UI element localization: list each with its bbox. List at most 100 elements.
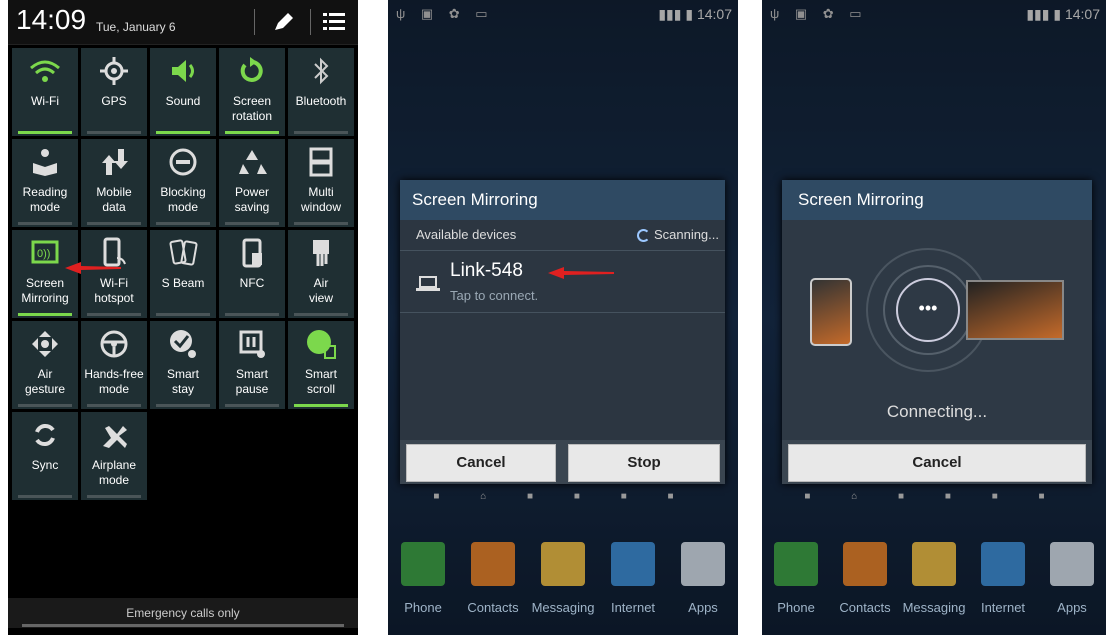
tile-status-bar xyxy=(18,222,72,225)
dock-item-messaging[interactable]: Messaging xyxy=(899,540,969,615)
tile-nfc[interactable]: NFC xyxy=(219,230,285,318)
dock-label: Messaging xyxy=(531,600,595,615)
connecting-label: Connecting... xyxy=(886,402,988,421)
tile-smart-stay[interactable]: Smart stay xyxy=(150,321,216,409)
tile-label: Power saving xyxy=(234,185,270,214)
dock-item-contacts[interactable]: Contacts xyxy=(458,540,528,615)
tile-label: Air view xyxy=(308,276,333,305)
dock-item-internet[interactable]: Internet xyxy=(968,540,1038,615)
sync-icon xyxy=(12,418,78,452)
tile-label: Sound xyxy=(165,94,201,108)
page-indicator: ■ ⌂ ■ ■ ■ ■ xyxy=(804,491,1064,502)
reading-icon xyxy=(12,145,78,179)
steering-wheel-icon xyxy=(81,327,147,361)
cancel-button[interactable]: Cancel xyxy=(788,444,1086,482)
globe-icon xyxy=(981,542,1025,586)
tile-mobile-data[interactable]: Mobile data xyxy=(81,139,147,227)
dock-item-internet[interactable]: Internet xyxy=(598,540,668,615)
tile-label: Hands-free mode xyxy=(84,367,144,396)
annotation-arrow xyxy=(65,262,121,274)
tile-label: Smart stay xyxy=(166,367,199,396)
tile-label: Wi-Fi hotspot xyxy=(94,276,134,305)
tile-smart-scroll[interactable]: Smart scroll xyxy=(288,321,354,409)
sound-icon xyxy=(150,54,216,88)
tile-airplane[interactable]: Airplane mode xyxy=(81,412,147,500)
tile-label: Air gesture xyxy=(24,367,66,396)
tile-recycle[interactable]: Power saving xyxy=(219,139,285,227)
phone-icon xyxy=(401,542,445,586)
dialog-title: Screen Mirroring xyxy=(400,180,725,220)
nfc-icon xyxy=(219,236,285,270)
dialog-title: Screen Mirroring xyxy=(782,180,1092,220)
tile-s-beam[interactable]: S Beam xyxy=(150,230,216,318)
tile-reading[interactable]: Reading mode xyxy=(12,139,78,227)
tile-label: S Beam xyxy=(161,276,205,290)
dock-item-contacts[interactable]: Contacts xyxy=(830,540,900,615)
dock-item-apps[interactable]: Apps xyxy=(668,540,738,615)
scanning-screen: ψ ▣ ✿ ▭ ▮▮▮ ▮ 14:07 Screen Mirroring Ava… xyxy=(388,0,738,635)
tile-label: Reading mode xyxy=(22,185,68,214)
tile-multi-window[interactable]: Multi window xyxy=(288,139,354,227)
tile-air-view[interactable]: Air view xyxy=(288,230,354,318)
tile-rotation[interactable]: Screen rotation xyxy=(219,48,285,136)
tile-status-bar xyxy=(156,222,210,225)
edit-pencil-icon[interactable] xyxy=(270,8,298,36)
notification-header: 14:09 Tue, January 6 xyxy=(8,0,358,45)
tile-label: Wi-Fi xyxy=(31,94,59,108)
stop-button[interactable]: Stop xyxy=(568,444,720,482)
tile-status-bar xyxy=(225,404,279,407)
scanning-label: Scanning... xyxy=(653,227,719,242)
device-name: Link-548 xyxy=(450,260,523,281)
dock-label: Contacts xyxy=(467,600,519,615)
tile-air-gesture[interactable]: Air gesture xyxy=(12,321,78,409)
dock-label: Messaging xyxy=(902,600,966,615)
screen-mirroring-dialog: Screen Mirroring ••• Connecting... Cance… xyxy=(782,180,1092,484)
date-label: Tue, January 6 xyxy=(96,20,176,34)
s-beam-icon xyxy=(150,236,216,270)
tile-sound[interactable]: Sound xyxy=(150,48,216,136)
tile-status-bar xyxy=(87,131,141,134)
dock-item-phone[interactable]: Phone xyxy=(762,540,831,615)
dock-item-messaging[interactable]: Messaging xyxy=(528,540,598,615)
tile-label: Sync xyxy=(31,458,59,472)
tile-status-bar xyxy=(156,313,210,316)
dock-label: Internet xyxy=(980,600,1026,615)
contacts-icon xyxy=(843,542,887,586)
tile-smart-pause[interactable]: Smart pause xyxy=(219,321,285,409)
drag-handle[interactable] xyxy=(22,624,344,627)
scanning-status: Scanning... xyxy=(637,220,719,250)
tile-status-bar xyxy=(156,404,210,407)
air-gesture-icon xyxy=(12,327,78,361)
tile-status-bar xyxy=(294,131,348,134)
tile-status-bar xyxy=(87,222,141,225)
divider xyxy=(310,9,311,35)
device-row-link-548[interactable]: Link-548 Tap to connect. xyxy=(400,252,725,313)
dock-label: Phone xyxy=(404,600,442,615)
available-devices-header: Available devices Scanning... xyxy=(400,220,725,251)
list-menu-icon[interactable] xyxy=(320,8,348,36)
tile-label: Screen Mirroring xyxy=(21,276,69,305)
tile-blocking[interactable]: Blocking mode xyxy=(150,139,216,227)
rotation-icon xyxy=(219,54,285,88)
device-hint: Tap to connect. xyxy=(450,288,539,303)
tile-status-bar xyxy=(225,222,279,225)
mobile-data-icon xyxy=(81,145,147,179)
app-dock: Phone Contacts Messaging Internet Apps xyxy=(388,540,738,620)
tile-sync[interactable]: Sync xyxy=(12,412,78,500)
quick-settings-panel: 14:09 Tue, January 6 Wi-Fi GPS Sound Screen… xyxy=(8,0,358,635)
tile-bluetooth[interactable]: Bluetooth xyxy=(288,48,354,136)
air-view-icon xyxy=(288,236,354,270)
tile-label: GPS xyxy=(101,94,127,108)
recycle-icon xyxy=(219,145,285,179)
cancel-button[interactable]: Cancel xyxy=(406,444,556,482)
dock-item-apps[interactable]: Apps xyxy=(1037,540,1106,615)
smart-pause-icon xyxy=(219,327,285,361)
wifi-icon xyxy=(12,54,78,88)
tile-steering-wheel[interactable]: Hands-free mode xyxy=(81,321,147,409)
dock-item-phone[interactable]: Phone xyxy=(388,540,458,615)
tile-wifi[interactable]: Wi-Fi xyxy=(12,48,78,136)
tile-gps[interactable]: GPS xyxy=(81,48,147,136)
dock-label: Apps xyxy=(688,600,718,615)
tile-status-bar xyxy=(18,495,72,498)
tile-status-bar xyxy=(225,313,279,316)
